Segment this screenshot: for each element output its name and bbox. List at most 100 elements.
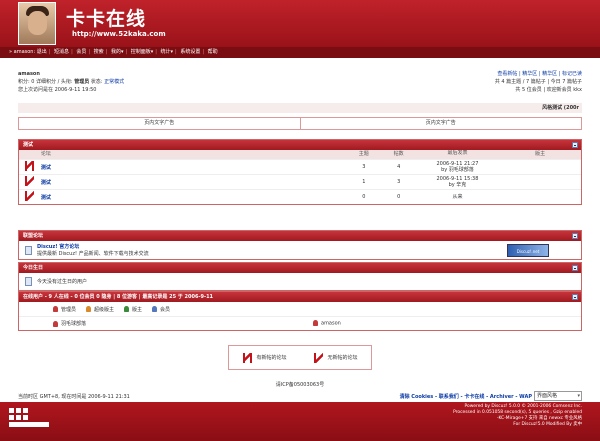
navbar: » amason: 退出 | 短消息 | 会员 | 搜索 | 我的▾ | 控制面板▾ | 统… [0,47,600,58]
league-item: Discuz! 官方论坛 提供最新 Discuz! 产品新闻、软件下载与技术交流… [19,241,581,259]
footer-links[interactable]: 清除 Cookies - 联系我们 - 卡卡在线 - Archiver - WA… [400,393,532,400]
new-posts-icon [242,352,253,363]
user-rank: 管理员 [74,79,90,85]
forum-topics: 1 [362,179,366,185]
user-credits: 积分: 0 详细积分 / 头衔: [18,79,75,85]
collapse-icon[interactable] [572,294,578,300]
league-forum-name[interactable]: Discuz! 官方论坛 [37,243,149,250]
league-box: 联盟论坛 Discuz! 官方论坛 提供最新 Discuz! 产品新闻、软件下载… [18,230,582,260]
league-forum-desc: 提供最新 Discuz! 产品新闻、软件下载与技术交流 [37,251,149,257]
discuz-banner[interactable]: Discuz!.net [507,244,549,257]
no-new-posts-icon [24,176,35,186]
no-new-posts-icon [24,191,35,201]
legend-supermod: 超级版主 [86,306,114,313]
admin-user-icon [53,306,58,312]
category-head: 测试 [19,140,581,150]
no-new-posts-icon [313,352,324,363]
collapse-icon[interactable] [572,142,578,148]
birthday-icon [25,277,32,286]
forum-last-post[interactable]: 2006-9-11 21:27 by 羽毛球部落 [416,161,500,173]
legend-new: 有新帖的论坛 [242,352,287,363]
nav-logout[interactable]: » amason: 退出 [9,49,47,55]
footer-logo [9,408,49,428]
mod-credit: For Discuz!5.0 Modified By 卖中 [513,422,582,427]
icp-record[interactable]: 请ICP备05003063号 [0,381,600,388]
timezone-info: 当前时区 GMT+8, 现在时间是 2006-9-11 21:31 [18,394,130,400]
online-title[interactable]: 在线用户 - 9 人在线 - 0 位会员 0 隐身 | 8 位游客 | 最高记录… [23,294,213,300]
table-row: 测试 1 3 2006-9-11 15:38 by 辛克 [19,174,581,189]
col-forum: 论坛 [40,151,51,157]
online-user[interactable]: amason [313,320,341,327]
league-title: 联盟论坛 [23,233,44,239]
forum-name[interactable]: 测试 [41,194,346,201]
member-user-icon [152,306,158,312]
birthday-head: 今日生日 [19,263,581,273]
collapse-icon[interactable] [572,265,578,271]
powered-by: Powered by Discuz! 5.0.0 © 2001-2006 Com… [453,404,582,428]
online-box: 在线用户 - 9 人在线 - 0 位会员 0 隐身 | 8 位游客 | 最高记录… [18,291,582,331]
last-visit: 您上次访问是在 2006-9-11 19:50 [18,87,97,93]
table-row: 测试 0 0 从来 [19,189,581,204]
quick-links[interactable]: 查看新帖 | 精华区 | 精华区 | 标记已读 [495,70,582,78]
supermod-user-icon [86,306,92,312]
footer-bar: Powered by Discuz! 5.0.0 © 2001-2006 Com… [0,402,600,441]
nav-members[interactable]: 会员 [76,49,86,55]
online-legend: 管理员 超级版主 版主 会员 [19,302,581,316]
birthday-box: 今日生日 今天没有过生日的用户 [18,262,582,291]
category-title[interactable]: 测试 [23,142,33,148]
face-shape [28,11,47,35]
online-user-list: 羽毛球部落 amason [19,316,581,330]
nav-cp[interactable]: 控制面板▾ [131,49,154,55]
nav-stats[interactable]: 统计▾ [161,49,174,55]
forum-posts: 4 [397,164,401,170]
style-bar: 风格测试 (200r [18,103,582,113]
user-status-label: 状态: [89,79,105,85]
forum-topics: 3 [362,164,366,170]
online-user[interactable]: 羽毛球部落 [53,320,313,327]
category-box: 测试 论坛 主题 帖数 最后发表 版主 测试 3 4 2006-9-11 21:… [18,139,582,205]
forum-name[interactable]: 测试 [41,164,346,171]
nav-search[interactable]: 搜索 [94,49,104,55]
column-headers: 论坛 主题 帖数 最后发表 版主 [19,150,581,159]
text-ad[interactable]: 页内文字广告 [301,118,582,129]
nav-help[interactable]: 帮助 [208,49,218,55]
avatar [18,2,56,45]
admin-user-icon [53,320,58,327]
online-head: 在线用户 - 9 人在线 - 0 位会员 0 隐身 | 8 位游客 | 最高记录… [19,292,581,302]
board-info: 查看新帖 | 精华区 | 精华区 | 标记已读 共 4 篇主题 / 7 篇帖子 … [495,70,582,94]
forum-doc-icon [25,245,32,255]
forum-topics: 0 [362,194,366,200]
style-select[interactable]: 界面风格 [534,391,582,401]
site-title[interactable]: 卡卡在线 [66,4,146,31]
user-status[interactable]: 正常模式 [104,79,124,85]
nav-settings[interactable]: 系统设置 [180,49,200,55]
nav-my[interactable]: 我的▾ [111,49,124,55]
board-stats: 共 4 篇主题 / 7 篇帖子 | 今日 7 篇帖子 [494,79,582,85]
forum-name[interactable]: 测试 [41,179,346,186]
header-banner: 卡卡在线 http://www.52kaka.com [0,0,600,47]
admin-user-icon [313,320,318,327]
collapse-icon[interactable] [572,233,578,239]
col-last: 最后发表 [447,150,468,156]
new-posts-icon [24,161,35,171]
username[interactable]: amason [18,70,124,78]
nav-pm[interactable]: 短消息 [54,49,69,55]
league-head: 联盟论坛 [19,231,581,241]
table-row: 测试 3 4 2006-9-11 21:27 by 羽毛球部落 [19,159,581,174]
forum-last-post: 从来 [452,194,463,200]
mod-user-icon [124,306,130,312]
forum-last-post[interactable]: 2006-9-11 15:38 by 辛克 [416,176,500,188]
legend-nonew: 无新帖的论坛 [313,352,358,363]
col-posts: 帖数 [393,151,404,157]
site-url[interactable]: http://www.52kaka.com [72,30,166,38]
birthday-title: 今日生日 [23,265,44,271]
legend-member: 会员 [152,306,170,313]
text-ad[interactable]: 页内文字广告 [19,118,301,129]
member-stats: 共 5 位会员 | 欢迎新会员 kkx [515,87,582,93]
birthday-text: 今天没有过生日的用户 [37,279,88,285]
ad-table: 页内文字广告 页内文字广告 [18,117,582,130]
birthday-list: 今天没有过生日的用户 [19,273,581,290]
legend-mod: 版主 [124,306,142,313]
user-block: amason 积分: 0 详细积分 / 头衔: 管理员 状态: 正常模式 您上次… [18,70,124,94]
col-mod: 版主 [535,151,546,157]
